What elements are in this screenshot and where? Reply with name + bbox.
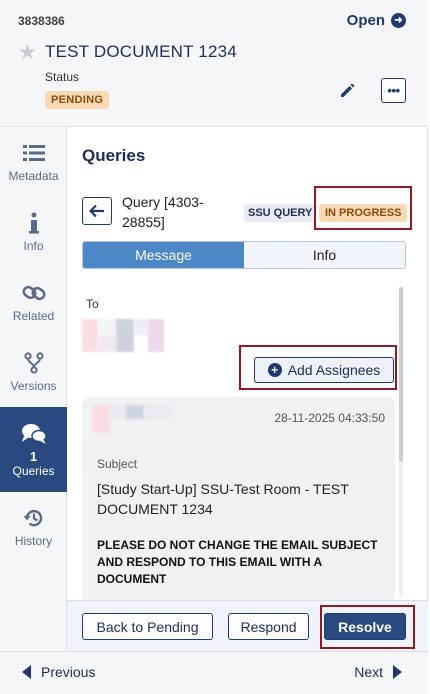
previous-label: Previous [41, 664, 96, 680]
footer-navigation: Previous Next [0, 651, 428, 694]
status-badge: PENDING [45, 91, 110, 109]
document-panel: 3838386 Open ➜ ★ TEST DOCUMENT 1234 Stat… [0, 0, 428, 694]
next-button[interactable]: Next [354, 664, 402, 680]
sidebar-item-queries[interactable]: 1 Queries [0, 407, 67, 492]
message-body: PLEASE DO NOT CHANGE THE EMAIL SUBJECT A… [97, 538, 378, 586]
queries-panel: Queries Query [4303-28855] SSU QUERY IN … [67, 127, 428, 600]
back-to-pending-button[interactable]: Back to Pending [82, 613, 213, 640]
add-assignees-label: Add Assignees [287, 362, 381, 378]
sidebar-item-versions[interactable]: Versions [0, 337, 67, 407]
history-icon [23, 506, 45, 530]
document-header: 3838386 Open ➜ ★ TEST DOCUMENT 1234 Stat… [0, 0, 428, 127]
arrow-left-icon [89, 204, 104, 218]
star-icon[interactable]: ★ [18, 40, 37, 65]
sidebar-item-label: Versions [10, 379, 57, 393]
sidebar-item-history[interactable]: History [0, 492, 67, 562]
back-button[interactable] [82, 197, 112, 225]
open-document-link[interactable]: Open ➜ [347, 12, 406, 29]
message-card: 28-11-2025 04:33:50 Subject [Study Start… [82, 397, 395, 600]
tab-info[interactable]: Info [244, 242, 405, 268]
sidebar-item-metadata[interactable]: Metadata [0, 127, 67, 197]
document-id: 3838386 [18, 14, 65, 28]
sidebar: Metadata Info Related Versions 1 Queries… [0, 127, 67, 651]
sidebar-item-label: Metadata [8, 169, 59, 183]
sidebar-item-label: Info [23, 239, 44, 253]
arrow-right-circle-icon: ➜ [391, 13, 406, 28]
sidebar-item-label: Related [12, 309, 55, 323]
query-action-bar: Back to Pending Respond Resolve [67, 600, 428, 651]
scrollbar-thumb[interactable] [399, 287, 403, 462]
triangle-right-icon [393, 665, 402, 679]
message-timestamp: 28-11-2025 04:33:50 [274, 411, 385, 425]
queries-count: 1 [29, 448, 38, 464]
to-label: To [86, 297, 99, 311]
next-label: Next [354, 664, 383, 680]
scrollbar-track[interactable] [399, 462, 403, 597]
query-type-badge: SSU QUERY [244, 204, 317, 222]
list-icon [22, 141, 45, 165]
section-title: Queries [82, 146, 146, 165]
sidebar-item-related[interactable]: Related [0, 267, 67, 337]
branch-icon [23, 351, 44, 375]
message-subject: [Study Start-Up] SSU-Test Room - TEST DO… [97, 481, 349, 517]
plus-circle-icon: + [267, 363, 282, 377]
link-icon [22, 281, 46, 305]
sidebar-item-label: Queries [12, 463, 55, 478]
pencil-icon [341, 83, 355, 97]
more-options-button[interactable]: ••• [381, 78, 406, 103]
respond-button[interactable]: Respond [228, 613, 309, 640]
open-label: Open [346, 12, 385, 29]
resolve-button[interactable]: Resolve [324, 613, 406, 640]
query-status-badge: IN PROGRESS [319, 204, 408, 222]
add-assignees-button[interactable]: + Add Assignees [254, 357, 394, 383]
document-title: TEST DOCUMENT 1234 [45, 42, 237, 61]
triangle-left-icon [22, 665, 31, 679]
query-tabs: Message Info [82, 241, 406, 269]
tab-message[interactable]: Message [83, 242, 244, 268]
query-name: Query [4303-28855] [122, 194, 204, 230]
ellipsis-icon: ••• [387, 83, 400, 98]
subject-label: Subject [97, 457, 138, 471]
edit-button[interactable] [338, 80, 358, 100]
sidebar-item-label: History [14, 534, 53, 548]
chat-icon [21, 422, 47, 446]
status-label: Status [45, 70, 80, 84]
previous-button[interactable]: Previous [22, 664, 95, 680]
info-icon [28, 211, 40, 235]
sidebar-item-info[interactable]: Info [0, 197, 67, 267]
